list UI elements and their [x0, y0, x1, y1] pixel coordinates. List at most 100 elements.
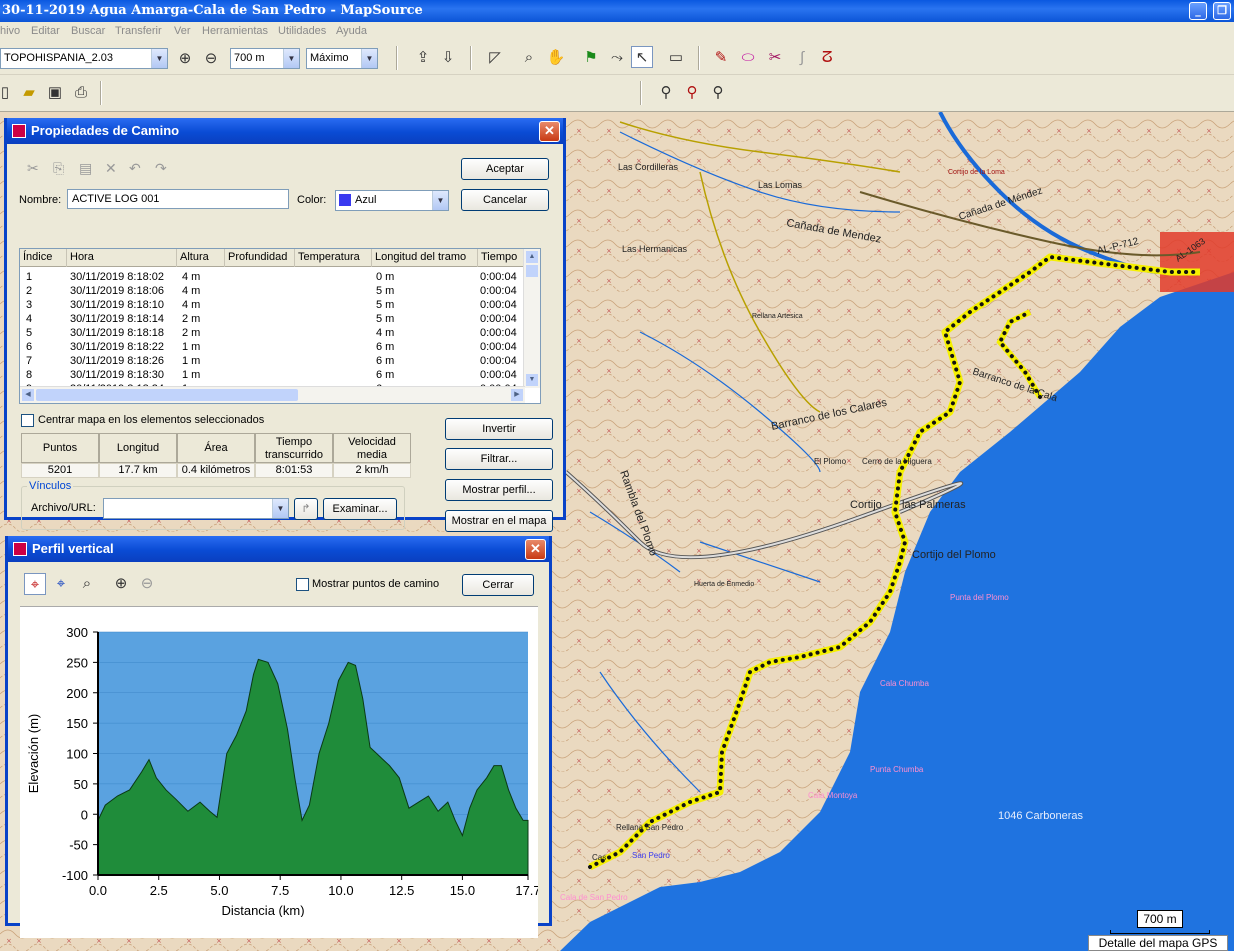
- chevron-left-icon[interactable]: ◀: [22, 389, 34, 401]
- route-tool-icon[interactable]: ⤳: [606, 47, 628, 69]
- zoom-out-icon[interactable]: ⊖: [200, 48, 222, 70]
- menu-editar[interactable]: Editar: [31, 25, 60, 37]
- stat-value-points: 5201: [21, 463, 99, 478]
- vertical-scrollbar[interactable]: ▲ ▼: [523, 249, 540, 388]
- column-header[interactable]: Longitud del tramo: [372, 249, 478, 267]
- save-icon[interactable]: ▣: [44, 82, 66, 104]
- receive-from-device-icon[interactable]: ⇪: [412, 47, 434, 69]
- column-header[interactable]: Índice: [20, 249, 67, 267]
- browse-button[interactable]: Examinar...: [323, 498, 397, 520]
- distance-tool-icon[interactable]: ▭: [665, 47, 687, 69]
- column-header[interactable]: Hora: [67, 249, 177, 267]
- send-to-device-icon[interactable]: ⇩: [437, 47, 459, 69]
- stat-header-elapsed: Tiempo transcurrido: [255, 433, 333, 463]
- delete-icon[interactable]: ✕: [105, 160, 117, 177]
- table-row[interactable]: 7 30/11/2019 8:18:26 1 m 6 m 0:00:04: [20, 354, 525, 368]
- show-on-map-button[interactable]: Mostrar en el mapa: [445, 510, 553, 532]
- y-tick-label: 50: [74, 777, 88, 792]
- cut-icon[interactable]: ✂: [27, 160, 39, 177]
- table-row[interactable]: 1 30/11/2019 8:18:02 4 m 0 m 0:00:04: [20, 270, 525, 284]
- column-header[interactable]: Profundidad: [225, 249, 295, 267]
- menu-ver[interactable]: Ver: [174, 25, 191, 37]
- close-icon[interactable]: ✕: [525, 539, 546, 560]
- invert-button[interactable]: Invertir: [445, 418, 553, 440]
- table-row[interactable]: 5 30/11/2019 8:18:18 2 m 4 m 0:00:04: [20, 326, 525, 340]
- show-waypoints-checkbox[interactable]: [296, 578, 309, 591]
- map-label: Las Cordilleras: [618, 162, 679, 172]
- menu-transferir[interactable]: Transferir: [115, 25, 162, 37]
- table-row[interactable]: 4 30/11/2019 8:18:14 2 m 5 m 0:00:04: [20, 312, 525, 326]
- open-folder-icon[interactable]: ▰: [18, 82, 40, 104]
- menu-ayuda[interactable]: Ayuda: [336, 25, 367, 37]
- column-header[interactable]: Altura: [177, 249, 225, 267]
- center-map-checkbox[interactable]: [21, 414, 34, 427]
- hand-tool-icon[interactable]: ✋: [545, 47, 567, 69]
- show-profile-button[interactable]: Mostrar perfil...: [445, 479, 553, 501]
- table-row[interactable]: 3 30/11/2019 8:18:10 4 m 5 m 0:00:04: [20, 298, 525, 312]
- detail-select[interactable]: Máximo ▼: [306, 48, 378, 69]
- chevron-up-icon[interactable]: ▲: [526, 251, 538, 263]
- scroll-thumb[interactable]: [526, 265, 538, 277]
- color-select[interactable]: Azul ▼: [335, 190, 449, 211]
- paste-icon[interactable]: ▤: [79, 160, 92, 177]
- zoom-out-icon[interactable]: ⊖: [136, 573, 158, 595]
- detail-select-value: Máximo: [310, 52, 349, 64]
- horizontal-scrollbar[interactable]: ◀ ▶: [20, 386, 525, 403]
- chevron-down-icon: ▼: [151, 49, 167, 68]
- filter-button[interactable]: Filtrar...: [445, 448, 553, 470]
- name-input[interactable]: ACTIVE LOG 001: [67, 189, 289, 209]
- new-file-icon[interactable]: ▯: [0, 82, 16, 104]
- zoom-in-icon[interactable]: ⊕: [174, 48, 196, 70]
- map-label: Cala Montoya: [808, 791, 858, 800]
- table-row[interactable]: 2 30/11/2019 8:18:06 4 m 5 m 0:00:04: [20, 284, 525, 298]
- close-icon[interactable]: ✕: [539, 121, 560, 142]
- column-header[interactable]: Temperatura: [295, 249, 372, 267]
- pencil-tool-icon[interactable]: ✎: [710, 47, 732, 69]
- menu-archivo[interactable]: hivo: [0, 25, 20, 37]
- x-axis-label: Distancia (km): [221, 903, 304, 917]
- find-icon[interactable]: ⚲: [655, 82, 677, 104]
- find-recent-icon[interactable]: ⚲: [707, 82, 729, 104]
- divide-track-icon[interactable]: ✂: [764, 47, 786, 69]
- zoom-tool-icon[interactable]: ⌕: [76, 573, 98, 595]
- chevron-down-icon[interactable]: ▼: [526, 374, 538, 386]
- table-row[interactable]: 6 30/11/2019 8:18:22 1 m 6 m 0:00:04: [20, 340, 525, 354]
- table-cell: 30/11/2019 8:18:18: [70, 327, 164, 339]
- map-label: Punta del Plomo: [950, 593, 1009, 602]
- crosshair-select-icon[interactable]: ⌖: [24, 573, 46, 595]
- zoom-tool-icon[interactable]: ⌕: [518, 47, 540, 69]
- chevron-right-icon[interactable]: ▶: [511, 389, 523, 401]
- find-places-icon[interactable]: ⚲: [681, 82, 703, 104]
- zoom-in-icon[interactable]: ⊕: [110, 573, 132, 595]
- zoom-select[interactable]: 700 m ▼: [230, 48, 300, 69]
- eraser-tool-icon[interactable]: ⬭: [737, 47, 759, 69]
- stat-value-speed: 2 km/h: [333, 463, 411, 478]
- menu-buscar[interactable]: Buscar: [71, 25, 105, 37]
- close-button[interactable]: Cerrar: [462, 574, 534, 596]
- selection-tool-icon[interactable]: ↖: [631, 46, 653, 68]
- menu-utilidades[interactable]: Utilidades: [278, 25, 326, 37]
- join-track-icon[interactable]: ∫: [791, 47, 813, 69]
- scroll-thumb[interactable]: [36, 389, 298, 401]
- print-icon[interactable]: ⎙: [70, 82, 92, 104]
- minimize-button[interactable]: _: [1189, 2, 1207, 20]
- table-row[interactable]: 8 30/11/2019 8:18:30 1 m 6 m 0:00:04: [20, 368, 525, 382]
- undo-icon[interactable]: ↶: [129, 160, 141, 177]
- file-url-select[interactable]: ▼: [103, 498, 289, 519]
- track-tool-icon[interactable]: ⵒ: [816, 47, 838, 69]
- redo-icon[interactable]: ↷: [155, 160, 167, 177]
- app-icon: [13, 542, 27, 556]
- restore-button[interactable]: ❐: [1213, 2, 1231, 20]
- copy-icon[interactable]: ⎘: [53, 160, 64, 177]
- open-link-icon[interactable]: ↱: [294, 498, 318, 520]
- menu-herramientas[interactable]: Herramientas: [202, 25, 268, 37]
- product-select[interactable]: TOPOHISPANIA_2.03 ▼: [0, 48, 168, 69]
- map-product-icon[interactable]: ◸: [484, 47, 506, 69]
- accept-button[interactable]: Aceptar: [461, 158, 549, 180]
- cancel-button[interactable]: Cancelar: [461, 189, 549, 211]
- table-cell: 0 m: [376, 271, 395, 283]
- map-label: Las Hermanicas: [622, 244, 688, 254]
- waypoint-tool-icon[interactable]: ⚑: [580, 47, 602, 69]
- table-cell: 3: [26, 299, 33, 311]
- crosshair-icon[interactable]: ⌖: [50, 573, 72, 595]
